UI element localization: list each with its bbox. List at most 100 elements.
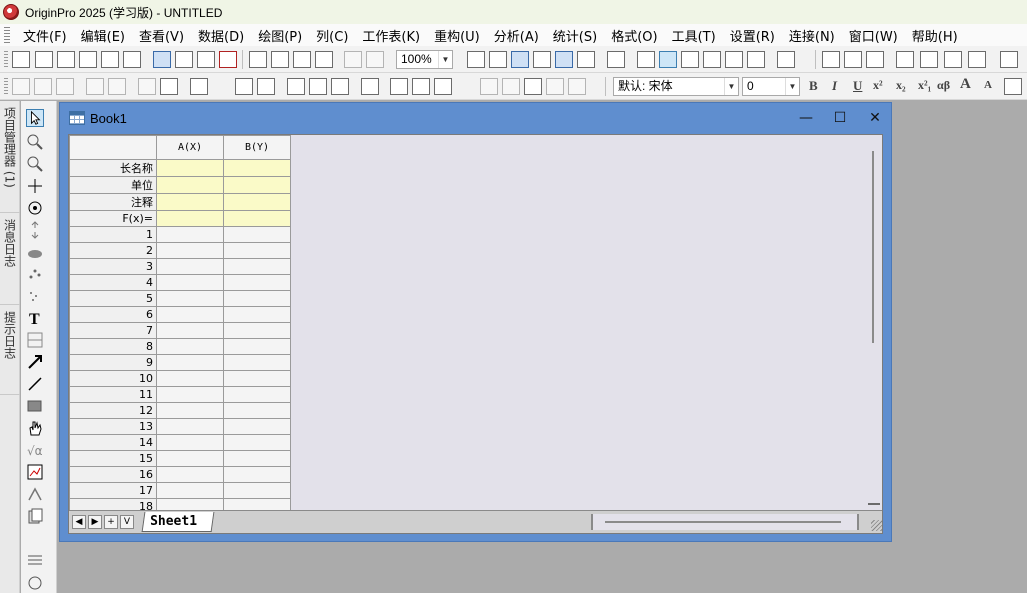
row-number-fill-icon[interactable] (257, 78, 275, 95)
close-button[interactable]: ✕ (861, 108, 889, 128)
region-mask-icon[interactable] (26, 243, 44, 261)
units-cell-a[interactable] (156, 176, 224, 194)
add-sheet-button[interactable]: + (104, 515, 118, 529)
workbook-title-bar[interactable]: Book1 — ☐ ✕ (60, 103, 891, 133)
add-column-icon[interactable] (777, 51, 795, 68)
statistics-icon[interactable] (844, 51, 862, 68)
zoom-combo[interactable]: 100% ▼ (396, 50, 453, 69)
peak-icon[interactable] (968, 51, 986, 68)
long-name-cell-b[interactable] (223, 159, 291, 177)
smart-hint-icon[interactable] (703, 51, 721, 68)
formula-cell-a[interactable] (156, 210, 224, 227)
next-sheet-button[interactable]: ▶ (88, 515, 102, 529)
menu-format[interactable]: 格式(O) (604, 26, 664, 45)
font-name-combo[interactable]: 默认: 宋体 ▼ (613, 77, 739, 96)
tab-messages-log[interactable]: 消息日志 (0, 213, 20, 305)
data-cell-a[interactable] (156, 418, 224, 435)
data-selector-icon[interactable] (26, 221, 44, 239)
normal-random-icon[interactable] (287, 78, 305, 95)
column-header-a[interactable]: A(X) (156, 135, 224, 160)
underline-button[interactable]: U (853, 78, 862, 94)
row-header[interactable]: 5 (69, 290, 157, 307)
menu-plot[interactable]: 绘图(P) (251, 26, 309, 45)
menu-tools[interactable]: 工具(T) (665, 26, 723, 45)
add-layer-icon[interactable] (108, 78, 126, 95)
save-template-icon[interactable] (315, 51, 333, 68)
text-tool-icon[interactable]: T (26, 309, 44, 327)
chevron-down-icon[interactable]: ▼ (724, 78, 738, 95)
data-cell-b[interactable] (223, 450, 291, 467)
merge-icon[interactable] (138, 78, 156, 95)
filter-icon[interactable] (1000, 51, 1018, 68)
batch-icon[interactable] (577, 51, 595, 68)
data-cell-a[interactable] (156, 290, 224, 307)
sheet-list-button[interactable]: V (120, 515, 134, 529)
circle-tool-icon[interactable] (26, 573, 44, 591)
data-cell-b[interactable] (223, 370, 291, 387)
row-header[interactable]: 3 (69, 258, 157, 275)
formula-cell-b[interactable] (223, 210, 291, 227)
data-cell-b[interactable] (223, 322, 291, 339)
data-cell-a[interactable] (156, 466, 224, 483)
open-template-icon[interactable] (271, 51, 289, 68)
data-cell-b[interactable] (223, 290, 291, 307)
project-explorer-icon[interactable] (607, 51, 625, 68)
row-header[interactable]: 17 (69, 482, 157, 499)
menu-view[interactable]: 查看(V) (132, 26, 191, 45)
draw-data-icon[interactable] (26, 265, 44, 283)
data-cell-b[interactable] (223, 242, 291, 259)
menu-window[interactable]: 窗口(W) (842, 26, 905, 45)
redo-edit-icon[interactable] (568, 78, 586, 95)
menu-analysis[interactable]: 分析(A) (487, 26, 546, 45)
hand-tool-icon[interactable] (26, 419, 44, 437)
data-cell-b[interactable] (223, 466, 291, 483)
rectangle-tool-icon[interactable] (26, 397, 44, 415)
data-cell-b[interactable] (223, 306, 291, 323)
data-cell-a[interactable] (156, 258, 224, 275)
chevron-down-icon[interactable]: ▼ (438, 51, 452, 68)
data-cell-a[interactable] (156, 226, 224, 243)
column-header-b[interactable]: B(Y) (223, 135, 291, 160)
grid-corner[interactable] (69, 135, 157, 160)
copy-format-icon[interactable] (361, 78, 379, 95)
menu-edit[interactable]: 编辑(E) (74, 26, 132, 45)
column-chart-icon[interactable] (944, 51, 962, 68)
command-window-icon[interactable] (725, 51, 743, 68)
data-cell-b[interactable] (223, 402, 291, 419)
results-log-icon[interactable] (637, 51, 655, 68)
super-subscript-button[interactable]: x²₁ (918, 78, 931, 93)
menu-connectivity[interactable]: 连接(N) (782, 26, 842, 45)
menu-worksheet[interactable]: 工作表(K) (355, 26, 427, 45)
first-sheet-button[interactable]: ◀ (72, 515, 86, 529)
import-icon[interactable] (344, 51, 362, 68)
long-name-cell-a[interactable] (156, 159, 224, 177)
back-arrow-icon[interactable] (12, 78, 30, 95)
label-row-formula[interactable]: F(x)= (69, 210, 157, 227)
italic-button[interactable]: I (832, 78, 837, 94)
label-row-units[interactable]: 单位 (69, 176, 157, 194)
row-header[interactable]: 8 (69, 338, 157, 355)
row-header[interactable]: 9 (69, 354, 157, 371)
superscript-button[interactable]: x² (873, 78, 883, 93)
custom-routine-icon[interactable] (533, 51, 551, 68)
apps-icon[interactable] (747, 51, 765, 68)
new-function-icon[interactable] (123, 51, 141, 68)
scroll-thumb[interactable] (868, 503, 880, 509)
toolbar-grip[interactable] (4, 51, 8, 68)
equation-icon[interactable]: √α (26, 441, 44, 459)
menu-help[interactable]: 帮助(H) (905, 26, 965, 45)
new-layout-icon[interactable] (153, 51, 171, 68)
annotation-icon[interactable] (26, 331, 44, 349)
layer-icon[interactable] (26, 507, 44, 525)
row-header[interactable]: 7 (69, 322, 157, 339)
cut-icon[interactable] (480, 78, 498, 95)
code-builder-icon[interactable] (555, 51, 573, 68)
data-cell-b[interactable] (223, 258, 291, 275)
more-tools-icon[interactable] (26, 551, 44, 569)
data-cell-a[interactable] (156, 370, 224, 387)
tab-project-explorer[interactable]: 项目管理器 (1) (0, 101, 20, 213)
data-cell-a[interactable] (156, 354, 224, 371)
sheet-tab-sheet1[interactable]: Sheet1 (141, 512, 215, 532)
row-header[interactable]: 15 (69, 450, 157, 467)
label-row-comments[interactable]: 注释 (69, 193, 157, 211)
